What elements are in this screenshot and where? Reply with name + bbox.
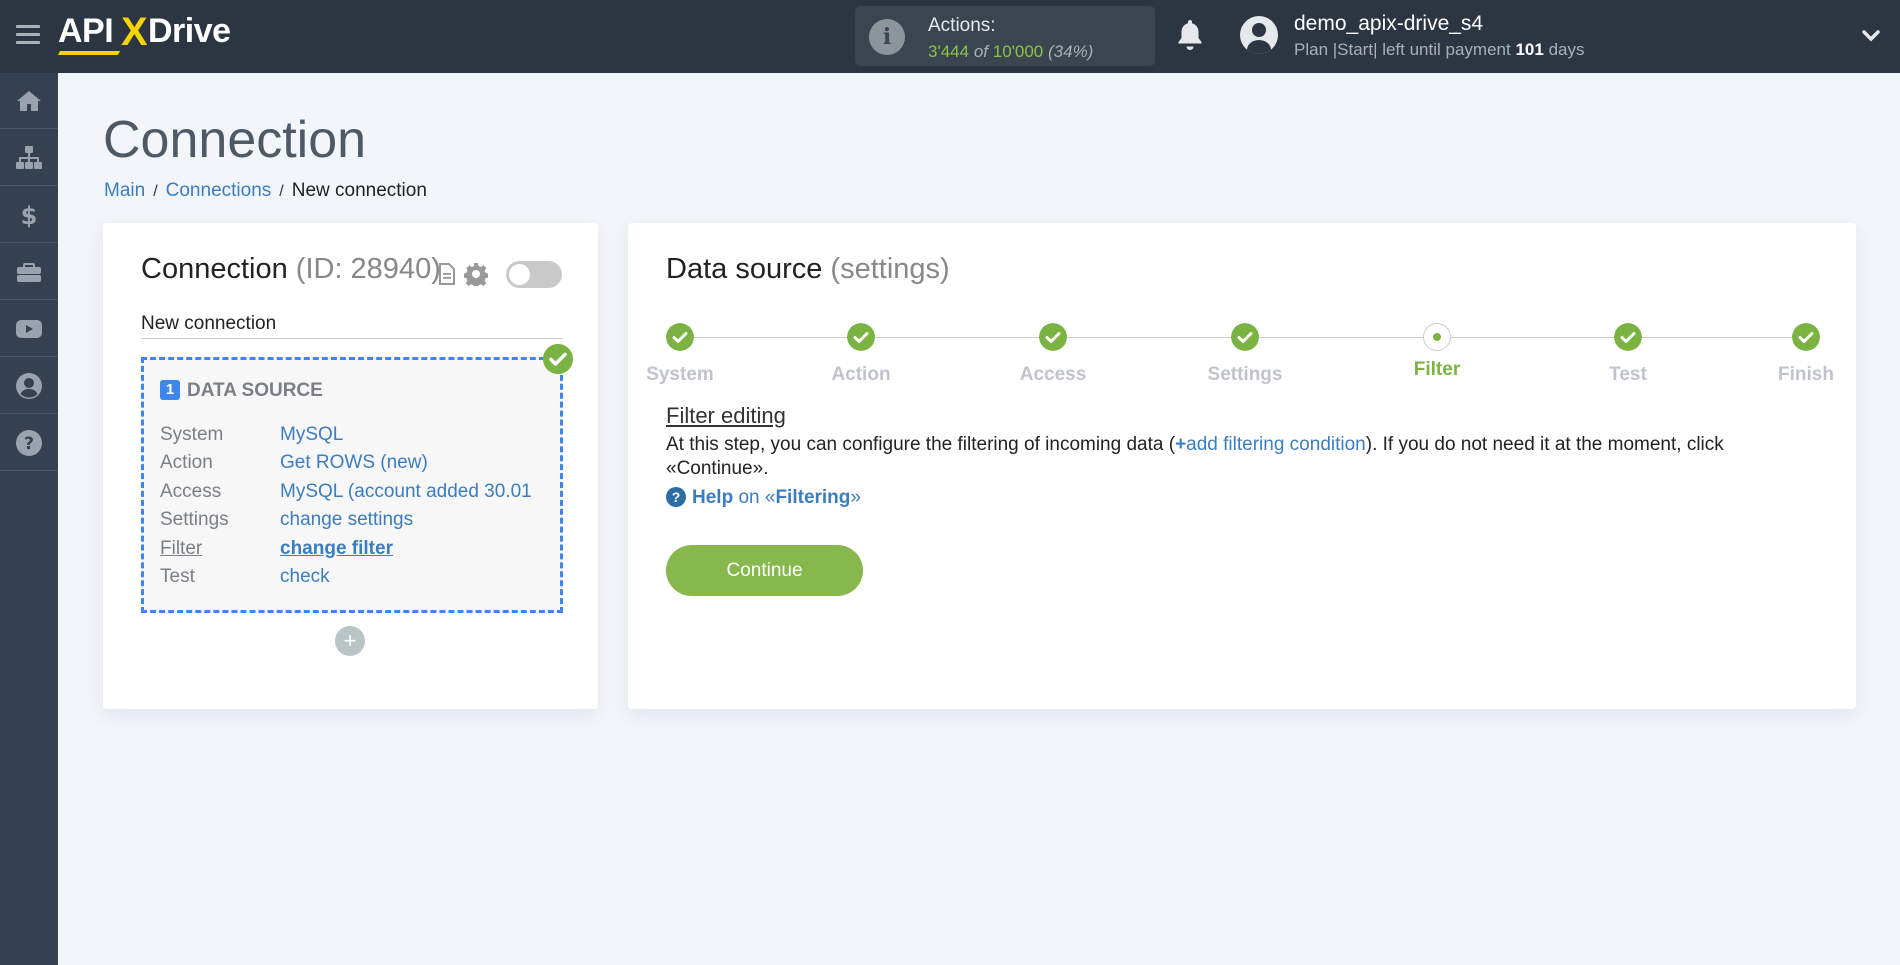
step-test[interactable]: Test <box>1578 323 1678 386</box>
chevron-down-icon[interactable] <box>1860 24 1882 46</box>
step-current-icon <box>1423 323 1451 351</box>
access-link[interactable]: MySQL (account added 30.01 <box>280 481 532 503</box>
add-filter-condition-link[interactable]: +add filtering condition <box>1175 434 1366 455</box>
briefcase-icon <box>17 262 41 282</box>
add-block-button[interactable]: + <box>335 626 365 656</box>
data-source-block[interactable]: 1 DATA SOURCE System MySQL Action Get RO… <box>141 357 563 613</box>
connection-card: Connection (ID: 28940) 1 DATA SOURCE Sys… <box>103 223 598 709</box>
document-icon[interactable] <box>438 263 456 285</box>
svg-text:?: ? <box>24 434 34 454</box>
breadcrumb-main[interactable]: Main <box>104 180 145 201</box>
user-plan: Plan |Start| left until payment 101 days <box>1294 40 1585 59</box>
sidebar-item-connections[interactable] <box>0 130 58 186</box>
filter-link[interactable]: change filter <box>280 538 393 560</box>
sidebar-item-services[interactable] <box>0 244 58 300</box>
connection-title: Connection (ID: 28940) <box>141 253 441 285</box>
home-icon <box>17 90 41 111</box>
step-filter[interactable]: Filter <box>1387 323 1487 381</box>
connection-name-input[interactable] <box>141 309 563 339</box>
user-avatar-icon[interactable] <box>1240 16 1278 54</box>
youtube-icon <box>16 319 42 338</box>
breadcrumb-connections[interactable]: Connections <box>166 180 272 201</box>
step-check-icon <box>666 323 694 351</box>
system-link[interactable]: MySQL <box>280 424 343 446</box>
step-check-icon <box>1614 323 1642 351</box>
plus-icon: + <box>1175 434 1187 455</box>
step-check-icon <box>1039 323 1067 351</box>
question-circle-icon: ? <box>666 487 686 507</box>
sitemap-icon <box>16 145 42 169</box>
step-access[interactable]: Access <box>1003 323 1103 386</box>
step-action[interactable]: Action <box>811 323 911 386</box>
block-number-badge: 1 <box>160 380 180 400</box>
help-filtering-link[interactable]: ? Help on «Filtering» <box>666 487 861 509</box>
menu-toggle-icon[interactable] <box>16 25 40 45</box>
sidebar: $ ? <box>0 73 58 965</box>
progress-stepper: System Action Access Settings Filter Tes… <box>646 323 1834 393</box>
step-finish[interactable]: Finish <box>1756 323 1856 386</box>
filter-description: At this step, you can configure the filt… <box>666 434 1724 479</box>
user-circle-icon <box>16 372 42 399</box>
breadcrumb: Main / Connections / New connection <box>104 180 427 201</box>
block-title: DATA SOURCE <box>187 380 323 401</box>
question-icon: ? <box>16 429 42 456</box>
filter-editing-title: Filter editing <box>666 403 786 428</box>
data-source-settings-card: Data source (settings) System Action Acc… <box>628 223 1856 709</box>
test-link[interactable]: check <box>280 566 330 588</box>
svg-text:$: $ <box>21 202 38 230</box>
sidebar-item-help[interactable]: ? <box>0 415 58 471</box>
continue-button[interactable]: Continue <box>666 545 863 596</box>
data-source-heading: Data source (settings) <box>666 253 950 285</box>
top-header: API X Drive i Actions: 3'444 of 10'000 (… <box>0 0 1900 73</box>
settings-link[interactable]: change settings <box>280 509 413 531</box>
actions-label: Actions: <box>928 15 996 36</box>
check-circle-icon <box>543 344 573 374</box>
user-name[interactable]: demo_apix-drive_s4 <box>1294 12 1483 36</box>
bell-icon[interactable] <box>1176 18 1204 52</box>
actions-usage-panel: i Actions: 3'444 of 10'000 (34%) <box>855 6 1155 66</box>
sidebar-item-home[interactable] <box>0 73 58 129</box>
sidebar-item-account[interactable] <box>0 358 58 414</box>
step-check-icon <box>1231 323 1259 351</box>
page-title: Connection <box>103 111 367 169</box>
sidebar-item-billing[interactable]: $ <box>0 187 58 243</box>
actions-value: 3'444 of 10'000 (34%) <box>928 42 1094 61</box>
gear-icon[interactable] <box>464 262 488 286</box>
connection-enable-toggle[interactable] <box>506 261 562 288</box>
info-icon: i <box>869 19 905 55</box>
connection-id: (ID: 28940) <box>295 253 441 285</box>
dollar-icon: $ <box>21 202 38 230</box>
step-check-icon <box>1792 323 1820 351</box>
step-settings[interactable]: Settings <box>1195 323 1295 386</box>
action-link[interactable]: Get ROWS (new) <box>280 452 428 474</box>
step-check-icon <box>847 323 875 351</box>
step-system[interactable]: System <box>630 323 730 386</box>
sidebar-item-video[interactable] <box>0 301 58 357</box>
breadcrumb-current: New connection <box>291 180 427 201</box>
